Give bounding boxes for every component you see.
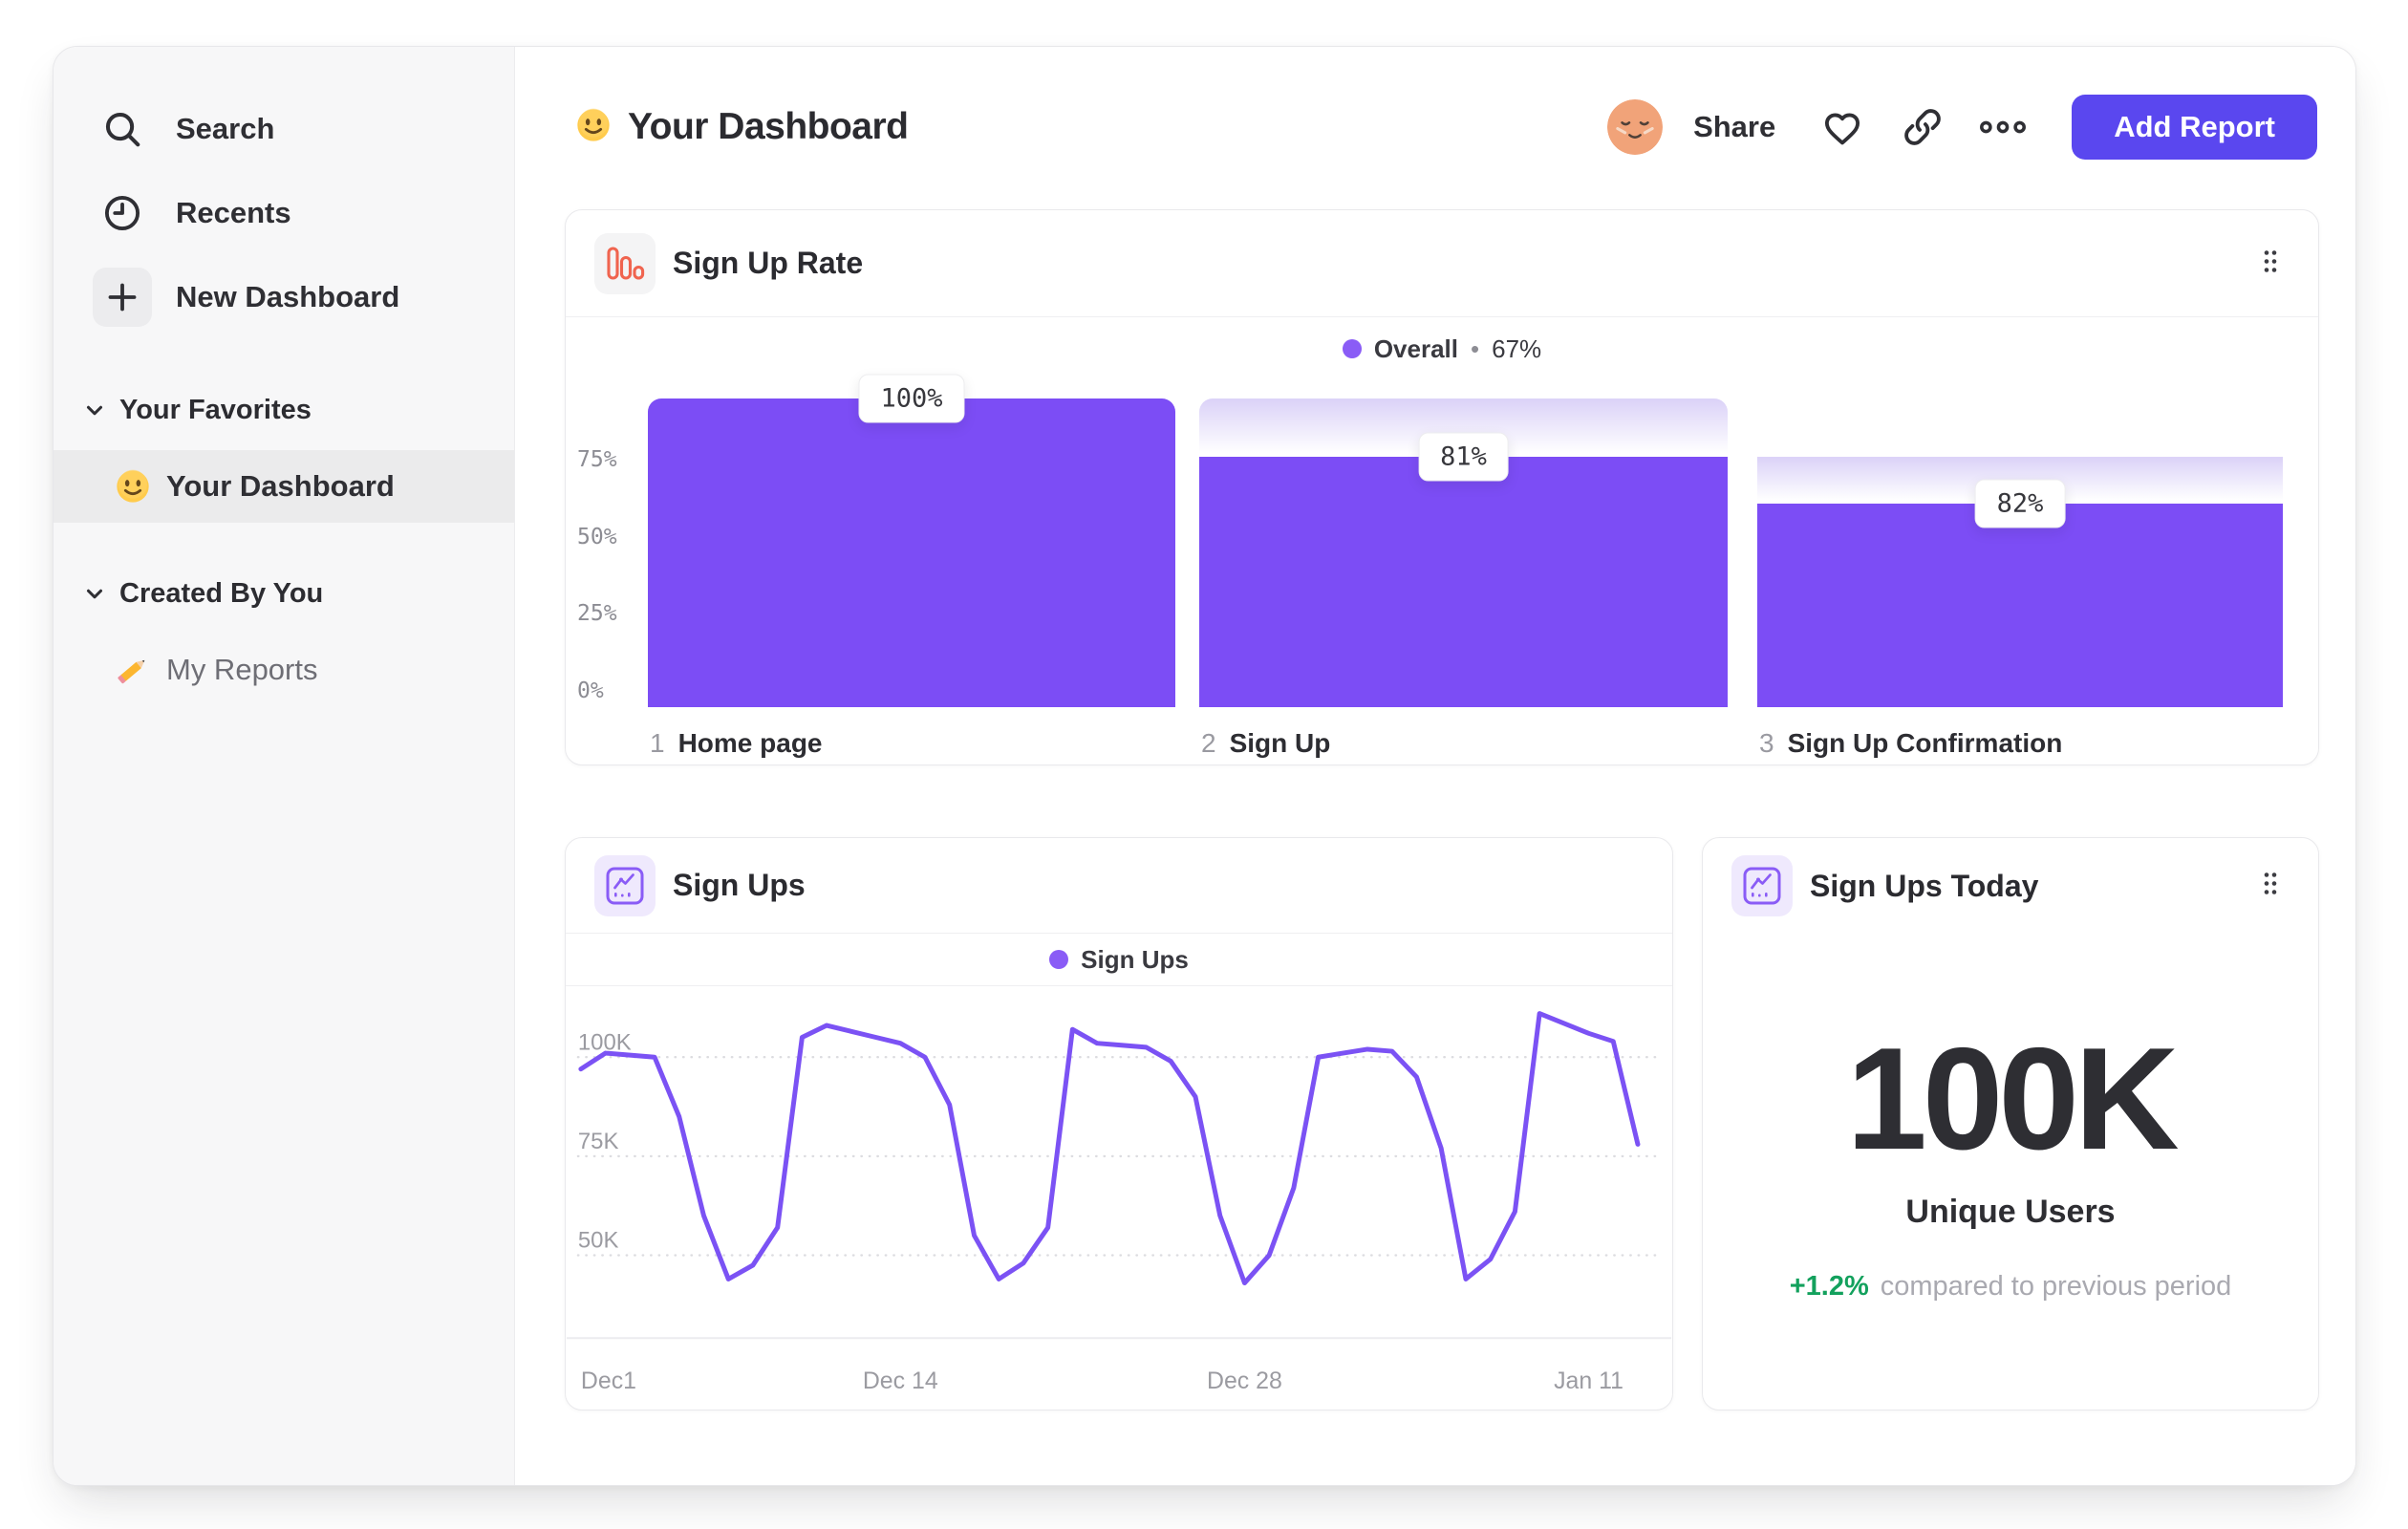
kpi-delta-note: compared to previous period [1880, 1270, 2232, 1302]
y-axis-label: 75K [578, 1129, 619, 1154]
search-icon [93, 99, 152, 159]
x-axis-label: Dec1 [581, 1367, 636, 1394]
funnel-step-name: Sign Up [1229, 728, 1331, 758]
x-axis-label: Dec 14 [863, 1367, 938, 1394]
drag-handle-icon[interactable] [2255, 865, 2286, 908]
plus-icon [93, 268, 152, 327]
sidebar-item-label: Search [176, 112, 275, 145]
copy-link-button[interactable] [1896, 100, 1949, 154]
favorite-heart-button[interactable] [1816, 100, 1869, 154]
kpi-card-title: Sign Ups Today [1810, 868, 2039, 903]
line-chart-icon [1731, 855, 1793, 916]
dashboard-header: Your Dashboard Share Add Report [515, 47, 2355, 190]
funnel-step-number: 3 [1759, 728, 1774, 758]
line-card-title: Sign Ups [673, 868, 806, 902]
app-window: Search Recents New Dashboard Your Favorites… [53, 46, 2356, 1486]
funnel-bar-fill [1757, 503, 2283, 707]
legend-name: Overall [1373, 334, 1458, 363]
sidebar-section-your-favorites[interactable]: Your Favorites [54, 389, 514, 431]
funnel-y-tick: 75% [577, 446, 617, 472]
funnel-value-chip: 100% [858, 374, 965, 423]
line-legend[interactable]: Sign Ups [566, 934, 1672, 986]
funnel-value-chip: 81% [1418, 432, 1509, 482]
sidebar-item-search[interactable]: Search [54, 87, 514, 171]
sidebar-item-label: New Dashboard [176, 280, 400, 313]
funnel-step-name: Home page [677, 728, 823, 758]
funnel-y-tick: 50% [577, 524, 617, 549]
sidebar-section-created-by-you[interactable]: Created By You [54, 572, 514, 614]
funnel-value-chip: 82% [1974, 479, 2066, 528]
page-title: Your Dashboard [628, 106, 909, 147]
sidebar-section-label: Created By You [119, 577, 324, 609]
funnel-bar-fill [648, 398, 1175, 707]
funnel-bar-fill [1199, 457, 1728, 707]
funnel-step-label: 2 Sign Up [1201, 728, 1330, 759]
funnel-bar-3[interactable] [1757, 398, 2283, 707]
kpi-body: 100K Unique Users +1.2% compared to prev… [1703, 934, 2318, 1303]
sidebar-item-label: My Reports [166, 653, 318, 686]
kpi-metric-label: Unique Users [1905, 1193, 2116, 1230]
sidebar-item-label: Recents [176, 196, 291, 229]
main-content: Your Dashboard Share Add Report Sign Up … [515, 47, 2355, 1485]
sidebar-item-recents[interactable]: Recents [54, 171, 514, 255]
sidebar: Search Recents New Dashboard Your Favorites… [54, 47, 515, 1485]
sign-ups-card: Sign Ups Sign Ups 100K 75K 50K Dec1 Dec 14 De… [565, 837, 1673, 1411]
chevron-down-icon [82, 581, 107, 606]
sign-up-rate-card: Sign Up Rate Overall • 67% 75% 50% 25% 0% 10… [565, 209, 2319, 765]
funnel-legend[interactable]: Overall • 67% [566, 317, 2318, 380]
funnel-plot: 75% 50% 25% 0% 100% 1 Home page 81% 2 Sign Up 82% 3… [566, 374, 2318, 764]
sidebar-item-label: Your Dashboard [166, 469, 395, 503]
funnel-step-number: 1 [650, 728, 665, 758]
pencil-emoji [114, 651, 152, 689]
funnel-chart-icon [594, 232, 656, 294]
funnel-step-number: 2 [1201, 728, 1216, 758]
share-button[interactable]: Share [1693, 110, 1775, 144]
sidebar-item-your-dashboard[interactable]: Your Dashboard [54, 450, 514, 523]
funnel-y-tick: 0% [577, 678, 604, 703]
kpi-delta-row: +1.2% compared to previous period [1790, 1271, 2232, 1303]
funnel-step-name: Sign Up Confirmation [1787, 728, 2063, 758]
funnel-card-title: Sign Up Rate [673, 246, 864, 280]
sign-ups-series-line [578, 1011, 1641, 1286]
avatar[interactable] [1607, 99, 1664, 155]
y-axis-label: 50K [578, 1228, 619, 1254]
sidebar-item-new-dashboard[interactable]: New Dashboard [54, 255, 514, 339]
legend-name: Sign Ups [1081, 944, 1189, 974]
x-axis-label: Jan 11 [1554, 1367, 1623, 1394]
x-axis-label: Dec 28 [1207, 1367, 1282, 1394]
funnel-bar-1[interactable] [648, 398, 1175, 707]
header-controls: Share Add Report [1607, 95, 2317, 160]
line-chart-icon [594, 854, 656, 916]
legend-dot [1049, 950, 1069, 969]
clock-icon [93, 183, 152, 243]
y-axis-label: 100K [578, 1029, 632, 1055]
legend-separator: • [1471, 334, 1480, 363]
kpi-card-header: Sign Ups Today [1703, 838, 2318, 934]
add-report-button[interactable]: Add Report [2072, 95, 2317, 160]
sign-ups-today-card: Sign Ups Today 100K Unique Users +1.2% c… [1702, 837, 2319, 1411]
drag-handle-icon[interactable] [2255, 242, 2286, 285]
dashboard-emoji-icon [574, 106, 613, 149]
line-card-header: Sign Ups [566, 838, 1672, 934]
funnel-card-header: Sign Up Rate [566, 210, 2318, 317]
funnel-step-label: 1 Home page [650, 728, 823, 759]
funnel-step-label: 3 Sign Up Confirmation [1759, 728, 2062, 759]
funnel-y-tick: 25% [577, 601, 617, 627]
sidebar-item-my-reports[interactable]: My Reports [54, 634, 514, 706]
more-options-button[interactable] [1976, 100, 2030, 154]
smiley-emoji [114, 467, 152, 506]
page-title-wrap: Your Dashboard [574, 106, 1607, 149]
legend-dot [1342, 339, 1362, 358]
kpi-delta: +1.2% [1789, 1270, 1869, 1302]
kpi-value: 100K [1846, 1018, 2179, 1180]
sidebar-section-label: Your Favorites [119, 394, 312, 425]
legend-value: 67% [1492, 334, 1542, 363]
chevron-down-icon [82, 398, 107, 422]
